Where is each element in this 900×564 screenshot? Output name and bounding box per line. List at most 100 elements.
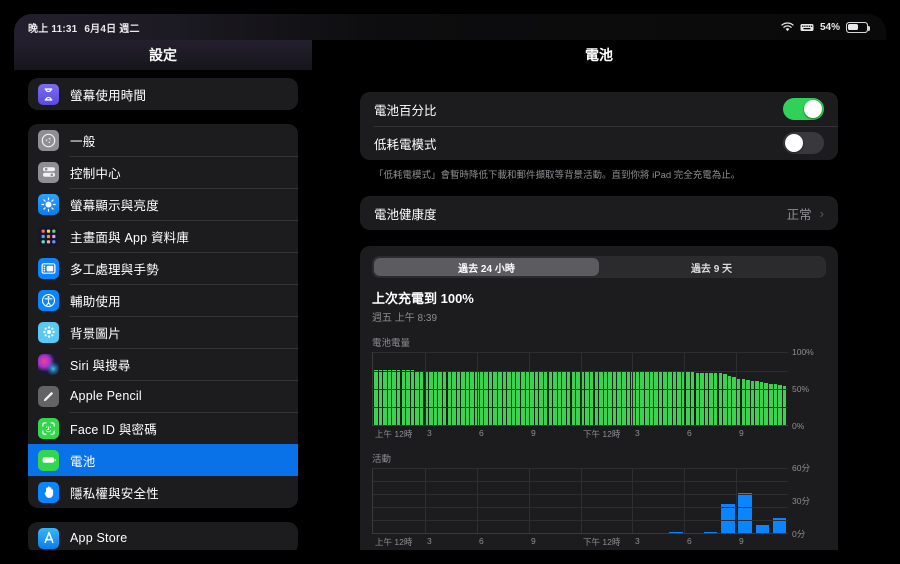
battery-health-value: 正常 <box>786 207 812 222</box>
battery-percentage-row[interactable]: 電池百分比 <box>360 92 838 126</box>
segment-last-9-days[interactable]: 過去 9 天 <box>599 258 824 276</box>
sidebar-scroll-area[interactable]: 螢幕使用時間 一般控制中心 螢幕顯示與亮度主畫面與 App 資料庫多工處理與手勢輔… <box>14 78 312 550</box>
battery-level-bar <box>594 371 598 426</box>
battery-level-bar <box>750 380 755 426</box>
battery-level-bar <box>557 371 562 426</box>
battery-icon <box>38 449 59 471</box>
low-power-mode-row[interactable]: 低耗電模式 <box>360 126 838 160</box>
battery-level-bar <box>700 372 704 426</box>
sidebar-item-battery[interactable]: 電池 <box>28 444 298 476</box>
sidebar-item-face-id[interactable]: Face ID 與密碼 <box>28 412 298 444</box>
battery-level-bar <box>672 371 677 426</box>
activity-x-axis-wrap: 上午 12時 3 6 9 下午 12時 3 6 9 <box>372 534 826 548</box>
battery-usage-card: 過去 24 小時 過去 9 天 上次充電到 100% 週五 上午 8:39 電池… <box>360 246 838 550</box>
sidebar-item-label: 螢幕使用時間 <box>70 88 147 103</box>
battery-level-bar <box>566 371 571 426</box>
battery-level-bar <box>773 384 778 426</box>
battery-level-bar <box>718 373 723 426</box>
sidebar-item-control-center[interactable]: 控制中心 <box>28 156 298 188</box>
battery-level-bar <box>498 370 502 426</box>
x-tick-label: 9 <box>739 428 744 439</box>
sidebar-group-main[interactable]: 一般控制中心 螢幕顯示與亮度主畫面與 App 資料庫多工處理與手勢輔助使用背景圖片… <box>28 124 298 508</box>
x-tick-label: 9 <box>531 536 536 547</box>
last-charge-title: 上次充電到 100% <box>372 291 474 307</box>
sidebar-item-label: 一般 <box>70 134 96 149</box>
battery-level-bar <box>778 385 782 426</box>
battery-percentage-toggle[interactable] <box>783 98 824 120</box>
gear-icon <box>38 129 59 151</box>
battery-level-bar <box>704 372 709 426</box>
battery-health-row[interactable]: 電池健康度 正常 › <box>360 196 838 230</box>
battery-level-bar <box>576 371 580 426</box>
sidebar-item-gear[interactable]: 一般 <box>28 124 298 156</box>
x-tick-label: 9 <box>739 536 744 547</box>
battery-level-bar <box>534 371 539 426</box>
battery-level-bar <box>419 370 424 426</box>
battery-level-bar <box>677 371 681 426</box>
battery-detail-pane: 電池 電池百分比 低耗電模式 「低耗電模式」會暫時降低下載和郵件擷取等背景活動。… <box>312 40 886 550</box>
x-tick-label: 下午 12時 <box>583 537 621 548</box>
activity-y-axis: 60分 30分 0分 <box>792 463 826 539</box>
settings-sidebar[interactable]: 設定 螢幕使用時間 一般控制中心 螢幕顯示與亮度主畫面與 App 資料庫多工處理與… <box>14 40 312 550</box>
x-tick-label: 3 <box>427 536 432 547</box>
sidebar-item-label: 電池 <box>70 454 96 469</box>
battery-level-bar <box>383 369 387 426</box>
sidebar-item-wallpaper[interactable]: 背景圖片 <box>28 316 298 348</box>
battery-level-bar <box>741 379 745 426</box>
battery-level-bar <box>521 371 525 426</box>
status-bar-left: 晚上 11:31 6月4日 週二 <box>14 20 140 35</box>
sidebar-item-label: 輔助使用 <box>70 294 121 309</box>
chevron-right-icon: › <box>819 205 824 221</box>
battery-level-bar <box>668 371 672 426</box>
face-id-icon <box>38 417 59 439</box>
sidebar-item-brightness[interactable]: 螢幕顯示與亮度 <box>28 188 298 220</box>
x-tick-label: 3 <box>635 428 640 439</box>
battery-level-bar <box>599 371 603 426</box>
battery-level-bar <box>438 370 442 426</box>
battery-level-bar <box>429 370 433 426</box>
ipad-screen: 晚上 11:31 6月4日 週二 54% 設定 螢幕使用時間 一般 控制中心 螢… <box>14 14 886 550</box>
battery-level-bar <box>640 371 644 426</box>
battery-health-label: 電池健康度 <box>374 207 437 222</box>
sidebar-item-app-store[interactable]: App Store <box>28 522 298 550</box>
sidebar-item-accessibility[interactable]: 輔助使用 <box>28 284 298 316</box>
wifi-icon <box>781 22 794 32</box>
x-tick-label: 3 <box>427 428 432 439</box>
sidebar-item-siri[interactable]: Siri 與搜尋 <box>28 348 298 380</box>
battery-level-bar <box>415 370 419 426</box>
sidebar-title: 設定 <box>149 47 177 63</box>
battery-level-bar <box>374 369 378 426</box>
battery-level-bar <box>585 371 589 426</box>
timespan-segmented-control[interactable]: 過去 24 小時 過去 9 天 <box>372 256 826 279</box>
segment-last-24-hours[interactable]: 過去 24 小時 <box>374 258 599 277</box>
status-bar-right: 54% <box>781 14 871 40</box>
sidebar-item-multitasking[interactable]: 多工處理與手勢 <box>28 252 298 284</box>
battery-level-bar <box>782 385 787 426</box>
battery-level-bar <box>456 370 461 426</box>
battery-level-bar <box>511 370 516 426</box>
battery-level-bar <box>571 371 576 426</box>
battery-level-bar <box>530 371 534 426</box>
sidebar-item-app-library[interactable]: 主畫面與 App 資料庫 <box>28 220 298 252</box>
battery-level-bar <box>539 371 543 426</box>
battery-level-bar <box>516 371 520 426</box>
battery-level-bar <box>378 369 383 426</box>
battery-level-bar <box>553 371 557 426</box>
battery-level-bar <box>410 369 415 426</box>
sidebar-item-pencil[interactable]: Apple Pencil <box>28 380 298 412</box>
detail-content: 電池百分比 低耗電模式 「低耗電模式」會暫時降低下載和郵件擷取等背景活動。直到你… <box>312 70 886 550</box>
hourglass-icon <box>38 83 59 105</box>
y-tick-label: 50% <box>792 384 810 395</box>
sidebar-group-stores[interactable]: App Store <box>28 522 298 550</box>
sidebar-group-screentime[interactable]: 螢幕使用時間 <box>28 78 298 110</box>
page-title: 電池 <box>585 47 613 63</box>
sidebar-item-privacy-hand[interactable]: 隱私權與安全性 <box>28 476 298 508</box>
low-power-mode-toggle[interactable] <box>783 132 824 154</box>
activity-bar <box>721 504 735 534</box>
sidebar-item-label: 主畫面與 App 資料庫 <box>70 230 190 245</box>
battery-level-bar <box>622 371 626 426</box>
sidebar-item-hourglass[interactable]: 螢幕使用時間 <box>28 78 298 110</box>
battery-percentage-label: 電池百分比 <box>374 103 437 118</box>
y-tick-label: 60分 <box>792 463 810 474</box>
toggle-knob <box>803 99 823 119</box>
